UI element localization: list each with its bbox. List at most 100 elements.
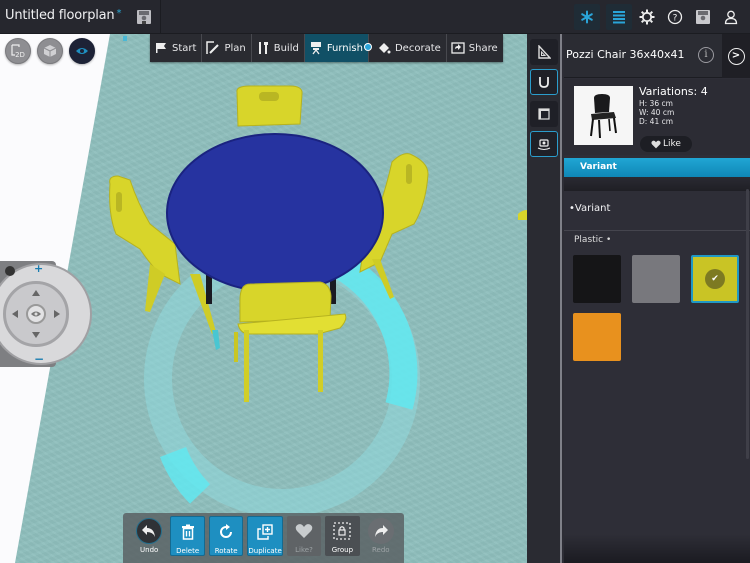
top-right-buttons: ? [574,0,750,34]
asterisk-button[interactable] [574,4,600,30]
trash-icon [181,524,194,540]
help-button[interactable]: ? [662,4,688,30]
navigation-joystick[interactable]: + − [0,261,92,367]
like-button[interactable]: Like? [286,516,322,556]
product-panel: Pozzi Chair 36x40x41 i > Variations: 4 H… [564,34,750,563]
look-button[interactable] [26,304,46,324]
mode-start[interactable]: Start [150,34,203,62]
dropdown-indicator: • [605,235,612,245]
eye-icon [76,48,88,54]
wall-frame-icon [538,108,550,120]
direction-pad[interactable] [3,281,69,347]
tools-icon [258,42,268,54]
document-title[interactable]: Untitled floorplan * [5,8,121,23]
share-icon [451,42,465,54]
mode-label: Plan [224,42,246,54]
variant-section-header[interactable]: •Variant [564,191,750,231]
paint-bucket-icon [378,43,391,54]
eye-icon [31,311,41,317]
chair-back[interactable] [236,85,303,127]
help-icon: ? [667,9,683,25]
gear-icon [639,9,655,25]
zoom-in-button[interactable]: + [34,263,43,274]
dimension-depth: D: 41 cm [639,117,674,126]
product-name: Pozzi Chair 36x40x41 [566,48,685,61]
color-swatch[interactable] [573,255,621,303]
action-label: Undo [140,546,159,554]
rotation-handle[interactable] [323,247,418,410]
mode-label: Decorate [394,42,441,54]
unsaved-marker: * [116,8,122,19]
asterisk-icon [581,10,593,24]
chair-thumbnail-image [590,94,617,139]
action-label: Rotate [214,547,238,555]
color-swatch[interactable] [632,255,680,303]
list-icon [613,11,625,24]
zoom-out-button[interactable]: − [34,353,44,365]
rotate-icon [220,524,233,538]
mode-label: Start [172,42,197,54]
floor-marker [123,36,127,41]
camera-tool-button[interactable] [530,131,558,157]
mode-share[interactable]: Share [447,34,503,62]
dimension-height: H: 36 cm [639,99,673,108]
list-button[interactable] [606,4,632,30]
view-mode-buttons: 2D [5,38,95,64]
tab-variant[interactable]: Variant [564,158,750,177]
mode-decorate[interactable]: Decorate [369,34,447,62]
heart-icon [295,524,313,538]
submenu-indicator [363,43,372,51]
color-swatch[interactable] [573,313,621,361]
mode-furnish[interactable]: Furnish [304,34,372,62]
next-button[interactable]: > [722,34,750,78]
delete-button[interactable]: Delete [170,516,205,556]
snap-tool-button[interactable] [530,69,558,95]
info-icon[interactable]: i [698,47,714,63]
magnet-icon [539,77,549,88]
variations-count: Variations: 4 [639,85,708,98]
save-button[interactable] [136,9,152,25]
floppy-disk-icon [137,10,151,24]
chair-front[interactable] [234,281,347,402]
chevron-right-icon: > [727,47,745,65]
panel-separator [564,177,750,191]
sound-icon[interactable] [5,266,15,276]
view-3d-button[interactable] [37,38,63,64]
material-dropdown[interactable]: Plastic • [574,235,611,245]
save-button-right[interactable] [690,4,716,30]
divider [160,0,161,34]
3d-viewport[interactable]: 2D Start Plan Build Furnish Decorate Sha… [0,34,527,563]
color-swatch[interactable]: ✔ [691,255,739,303]
mode-plan[interactable]: Plan [202,34,252,62]
set-square-icon [538,45,551,59]
like-product-button[interactable]: Like [640,136,692,152]
view-walk-button[interactable] [69,38,95,64]
product-thumbnail[interactable] [574,86,633,145]
svg-text:2D: 2D [15,51,25,58]
redo-icon [374,525,388,537]
flag-icon [156,43,166,53]
like-label: Like [663,139,681,149]
group-button[interactable]: Group [325,516,360,556]
redo-button[interactable]: Redo [364,516,398,556]
mode-label: Furnish [326,42,363,54]
action-label: Group [331,546,354,554]
floppy-disk-icon [696,10,710,24]
settings-button[interactable] [634,4,660,30]
panel-scrollbar[interactable] [746,189,749,459]
material-label: Plastic [574,235,604,245]
action-label: Delete [176,547,200,555]
ruler-tool-button[interactable] [530,39,558,65]
product-summary: Variations: 4 H: 36 cm W: 40 cm D: 41 cm… [564,79,750,155]
mode-build[interactable]: Build [252,34,305,62]
cube-icon [43,45,57,57]
undo-button[interactable]: Undo [132,516,166,556]
view-2d-button[interactable]: 2D [5,38,31,64]
round-table[interactable] [166,133,384,293]
account-button[interactable] [718,4,744,30]
walls-tool-button[interactable] [530,101,558,127]
camera-icon [537,139,551,150]
duplicate-button[interactable]: Duplicate [247,516,283,556]
rotate-button[interactable]: Rotate [208,516,244,556]
tool-column [527,34,562,563]
